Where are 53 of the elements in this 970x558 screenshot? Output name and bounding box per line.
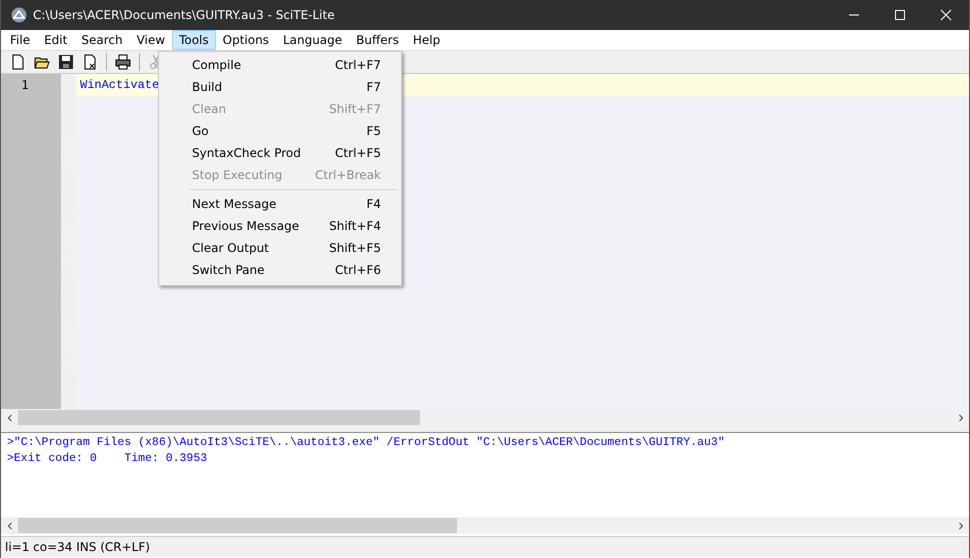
- shortcut-label: F7: [366, 80, 381, 94]
- menu-item[interactable]: Edit: [37, 30, 74, 50]
- window-title: C:\Users\ACER\Documents\GUITRY.au3 - SciTE-Lite: [33, 8, 335, 22]
- chevron-left-icon: [6, 414, 14, 422]
- chevron-right-icon: [956, 414, 964, 422]
- menu-entry[interactable]: Switch Pane Ctrl+F6: [159, 259, 401, 281]
- menu-item[interactable]: Options: [216, 30, 276, 50]
- shortcut-label: Ctrl+F6: [335, 263, 381, 277]
- shortcut-label: Ctrl+F5: [335, 146, 381, 160]
- scrollbar-thumb[interactable]: [18, 410, 420, 425]
- menu-entry-label: Build: [192, 80, 224, 94]
- menu-entry-label: Switch Pane: [192, 263, 266, 277]
- chevron-left-icon: [6, 522, 14, 530]
- menu-entry-label: Clear Output: [192, 241, 270, 255]
- chevron-right-icon: [956, 522, 964, 530]
- menu-entry[interactable]: Clear Output Shift+F5: [159, 237, 401, 259]
- shortcut-label: Ctrl+F7: [335, 58, 381, 72]
- close-icon: [940, 9, 952, 21]
- menu-entry-label: Compile: [192, 58, 242, 72]
- menu-item[interactable]: Language: [276, 30, 350, 50]
- menu-entry-label: SyntaxCheck Prod: [192, 146, 302, 160]
- menu-entry[interactable]: Build F7: [159, 76, 401, 98]
- shortcut-label: Shift+F5: [329, 241, 381, 255]
- line-number: 1: [20, 77, 30, 94]
- menu-entry[interactable]: Next Message F4: [159, 193, 401, 215]
- menu-item[interactable]: Search: [74, 30, 130, 50]
- shortcut-label: F5: [366, 124, 381, 138]
- menu-item[interactable]: View: [130, 30, 172, 50]
- app-logo-icon: [11, 7, 27, 23]
- menu-entry[interactable]: Previous Message Shift+F4: [159, 215, 401, 237]
- menu-entry-label: Previous Message: [192, 219, 300, 233]
- menu-item[interactable]: Help: [406, 30, 448, 50]
- shortcut-label: Ctrl+Break: [315, 168, 381, 182]
- menu-entry-label: Go: [192, 124, 210, 138]
- shortcut-label: Shift+F7: [329, 102, 381, 116]
- maximize-icon: [894, 9, 906, 21]
- output-line: >"C:\Program Files (x86)\AutoIt3\SciTE\..\autoit3.exe" /ErrorStdOut "C:\Users\ACER\Documents\GUITRY.au3": [7, 435, 726, 451]
- menu-entry[interactable]: Go F5: [159, 120, 401, 142]
- pane-splitter[interactable]: [1, 426, 969, 433]
- output-line: >Exit code: 0 Time: 0.3953: [7, 451, 208, 467]
- code-line: WinActivate: [80, 78, 160, 92]
- shortcut-label: Shift+F4: [329, 219, 381, 233]
- menu-entry[interactable]: SyntaxCheck Prod Ctrl+F5: [159, 142, 401, 164]
- menu-item[interactable]: Buffers: [349, 30, 406, 50]
- menu-entry[interactable]: Compile Ctrl+F7: [159, 54, 401, 76]
- shortcut-label: F4: [366, 197, 381, 211]
- menu-entry-label: Clean: [192, 102, 228, 116]
- menu-item[interactable]: File: [3, 30, 38, 50]
- menu-entry-label: Stop Executing: [192, 168, 284, 182]
- scrollbar-thumb[interactable]: [18, 518, 457, 533]
- menu-entry-label: Next Message: [192, 197, 278, 211]
- menu-item[interactable]: Tools: [172, 30, 216, 50]
- status-text: li=1 co=34 INS (CR+LF): [5, 540, 150, 554]
